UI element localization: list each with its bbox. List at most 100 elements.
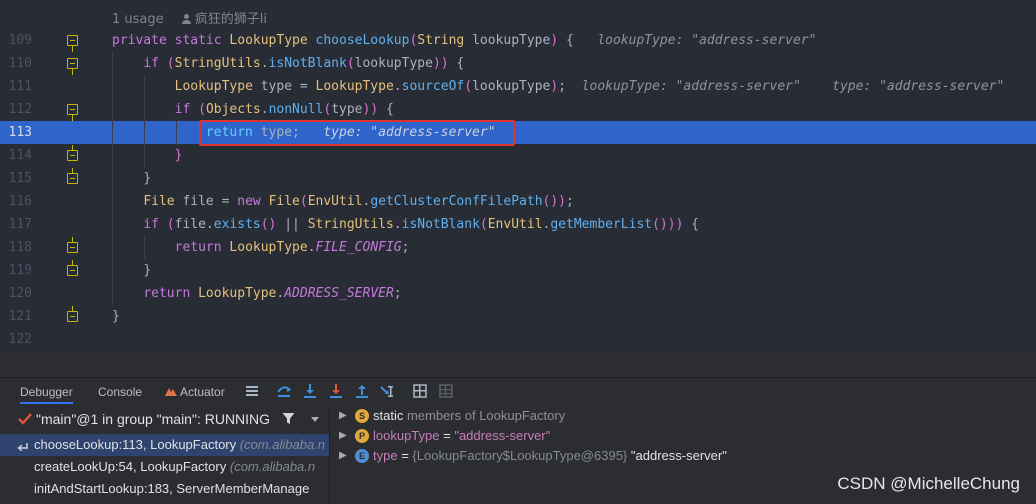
return-arrow-icon [17, 443, 28, 451]
fold-marker-icon[interactable] [67, 168, 78, 184]
line-number[interactable]: 111 [0, 75, 32, 98]
line-number[interactable]: 109 [0, 29, 32, 52]
code-token: )) [432, 56, 449, 71]
line-number[interactable]: 119 [0, 259, 32, 282]
code-token: isNotBlank [268, 56, 347, 71]
current-line-annotation-box [199, 120, 515, 146]
code-token: File [268, 194, 300, 209]
code-token: lookupType [354, 56, 433, 71]
line-number[interactable]: 120 [0, 282, 32, 305]
author-hint: 疯狂的狮子li [181, 12, 268, 27]
code-line[interactable]: 118 return LookupType.FILE_CONFIG; [0, 236, 1036, 259]
code-line[interactable]: 111 LookupType type = LookupType.sourceO… [0, 75, 1036, 98]
code-token: sourceOf [401, 79, 465, 94]
code-text: } [112, 305, 120, 328]
code-token: type = [260, 79, 316, 94]
line-number[interactable]: 114 [0, 144, 32, 167]
author-name: 疯狂的狮子li [194, 12, 268, 27]
code-text: File file = new File(EnvUtil.getClusterC… [112, 190, 574, 213]
fold-marker-icon[interactable] [67, 260, 78, 276]
code-token: File [143, 194, 183, 209]
code-line[interactable]: 122 [0, 328, 1036, 350]
frame-method: createLookUp:54, LookupFactory (com.alib… [34, 459, 316, 474]
filter-icon[interactable] [282, 412, 295, 425]
code-token: if [174, 102, 199, 117]
tab-debugger[interactable]: Debugger [20, 380, 73, 404]
fold-marker-icon[interactable] [67, 104, 78, 121]
run-to-cursor-button[interactable] [378, 381, 398, 401]
code-token: getClusterConfFilePath [370, 194, 543, 209]
code-token: chooseLookup [315, 33, 410, 48]
fold-marker-icon[interactable] [67, 237, 78, 253]
code-line[interactable]: 121} [0, 305, 1036, 328]
line-number[interactable]: 117 [0, 213, 32, 236]
code-line[interactable]: 112 if (Objects.nonNull(type)) { [0, 98, 1036, 121]
fold-marker-icon[interactable] [67, 306, 78, 322]
force-step-into-button[interactable] [326, 381, 346, 401]
tab-console[interactable]: Console [98, 380, 142, 404]
code-line[interactable]: 116 File file = new File(EnvUtil.getClus… [0, 190, 1036, 213]
line-number[interactable]: 110 [0, 52, 32, 75]
code-line[interactable]: 110 if (StringUtils.isNotBlank(lookupTyp… [0, 52, 1036, 75]
show-execution-point-button[interactable] [274, 381, 294, 401]
code-text: return LookupType.FILE_CONFIG; [112, 236, 410, 259]
inline-debug-value: lookupType: "address-server" [597, 33, 817, 48]
expand-arrow-icon[interactable]: ▶ [339, 446, 347, 466]
code-token: FILE_CONFIG [315, 240, 402, 255]
fold-marker-icon[interactable] [67, 145, 78, 161]
code-line[interactable]: 109 private static LookupType chooseLooku… [0, 29, 1036, 52]
expand-arrow-icon[interactable]: ▶ [339, 426, 347, 446]
code-line[interactable]: 115 } [0, 167, 1036, 190]
debug-tool-window-header [0, 350, 1036, 378]
chevron-down-icon[interactable] [310, 416, 320, 424]
expand-arrow-icon[interactable]: ▶ [339, 406, 347, 426]
tab-actuator[interactable]: Actuator [164, 380, 225, 404]
code-line[interactable]: 120 return LookupType.ADDRESS_SERVER; [0, 282, 1036, 305]
step-into-button[interactable] [300, 381, 320, 401]
code-token: ; [401, 240, 410, 255]
static-badge-icon: S [355, 409, 369, 423]
line-number[interactable]: 115 [0, 167, 32, 190]
code-token: return [174, 240, 230, 255]
code-line[interactable]: 117 if (file.exists() || StringUtils.isN… [0, 213, 1036, 236]
table-icon [439, 384, 453, 398]
code-token: if [143, 56, 167, 71]
hamburger-icon [246, 386, 258, 396]
step-out-button[interactable] [352, 381, 372, 401]
stack-frame-0[interactable]: chooseLookup:113, LookupFactory (com.ali… [0, 434, 329, 456]
run-to-cursor-icon [380, 386, 393, 397]
thread-label: "main"@1 in group "main": RUNNING [36, 411, 271, 427]
code-line[interactable]: 114 } [0, 144, 1036, 167]
debug-toolbar [0, 378, 1036, 406]
stack-frame-1[interactable]: createLookUp:54, LookupFactory (com.alib… [0, 456, 329, 478]
step-out-icon [356, 385, 368, 398]
code-line[interactable]: 119 } [0, 259, 1036, 282]
trace-current-stream-button[interactable] [436, 381, 456, 401]
code-token: ( [323, 102, 332, 117]
usage-hint[interactable]: 1 usage 疯狂的狮子li [112, 8, 267, 27]
code-token: ; [566, 194, 574, 209]
line-number[interactable]: 112 [0, 98, 32, 121]
code-line[interactable]: 113 return type; type: "address-server" [0, 121, 1036, 144]
fold-marker-icon[interactable] [67, 35, 78, 52]
line-number[interactable]: 116 [0, 190, 32, 213]
fold-marker-icon[interactable] [67, 58, 78, 75]
evaluate-expression-button[interactable] [410, 381, 430, 401]
code-editor[interactable]: 1 usage 疯狂的狮子li 109 private static Lookup… [0, 0, 1036, 350]
watermark: CSDN @MichelleChung [837, 474, 1020, 493]
line-number[interactable]: 118 [0, 236, 32, 259]
code-token: . [393, 217, 402, 232]
code-token: EnvUtil [307, 194, 363, 209]
layout-menu-button[interactable] [242, 381, 262, 401]
usage-count[interactable]: 1 usage [112, 12, 164, 27]
enum-badge-icon: E [355, 449, 369, 463]
line-number[interactable]: 121 [0, 305, 32, 328]
stack-frame-2[interactable]: initAndStartLookup:183, ServerMemberMana… [0, 478, 329, 500]
line-number[interactable]: 122 [0, 328, 32, 350]
thread-selector[interactable]: "main"@1 in group "main": RUNNING [0, 406, 329, 432]
line-number[interactable]: 113 [0, 121, 32, 144]
